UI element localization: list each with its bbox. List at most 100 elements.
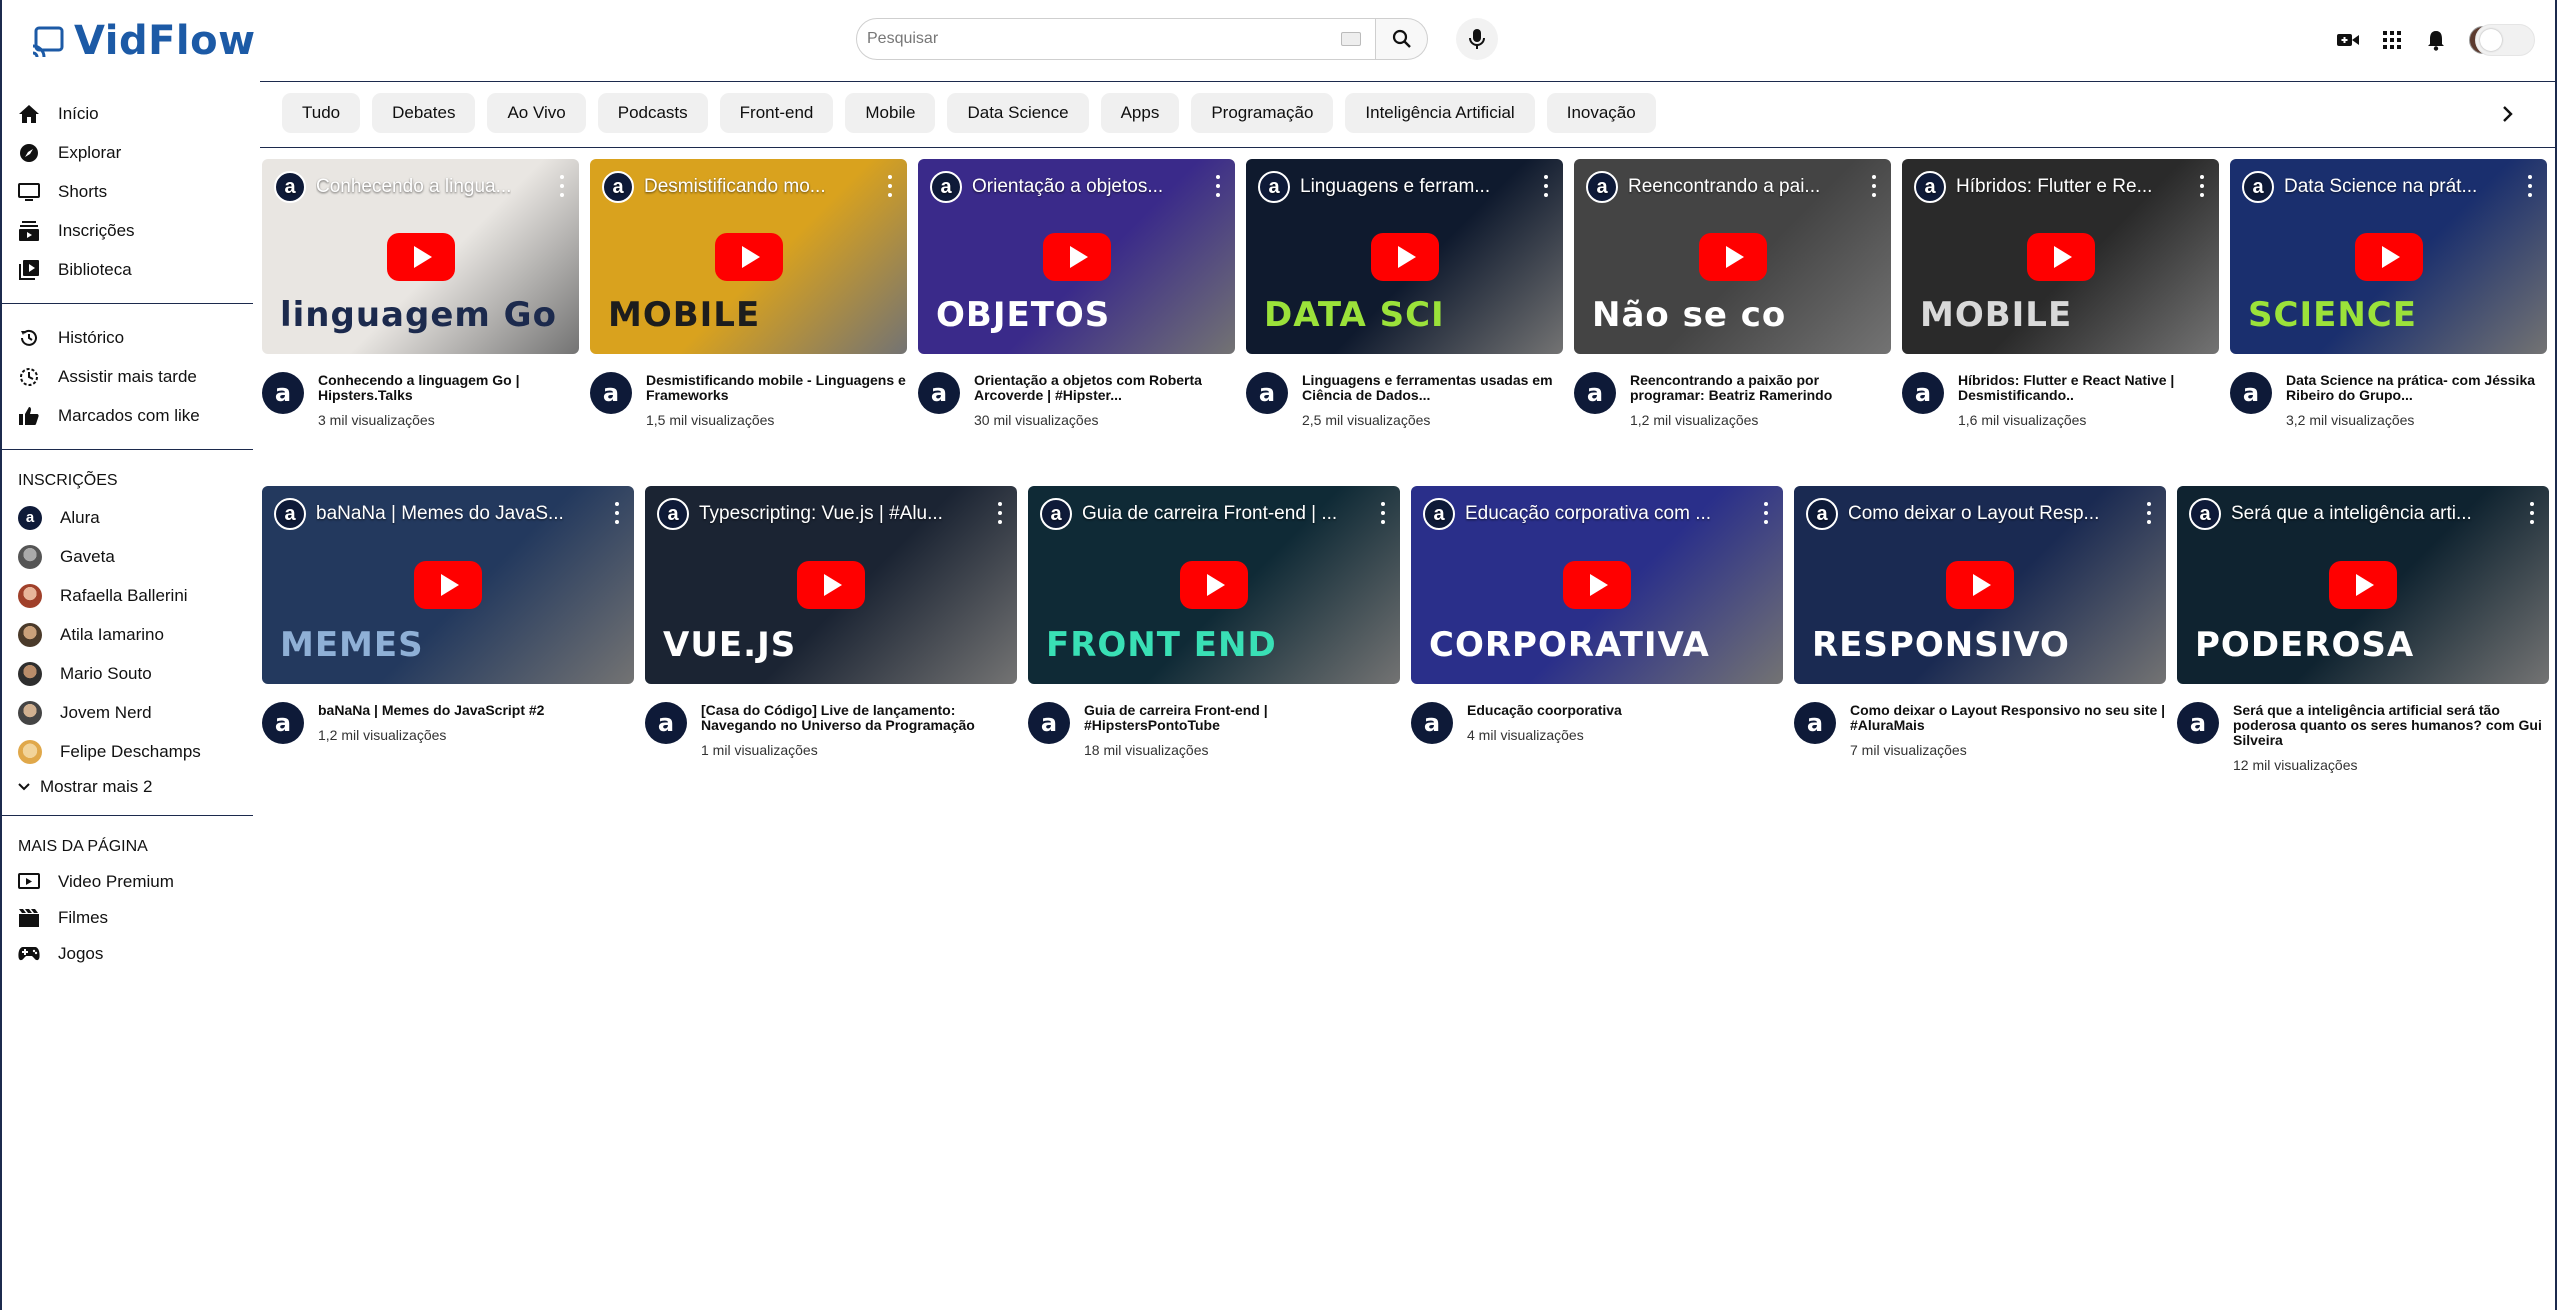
more-options-icon[interactable] — [1871, 175, 1877, 197]
sidebar-subscription-rafaella-ballerini[interactable]: Rafaella Ballerini — [0, 576, 255, 615]
video-title[interactable]: Reencontrando a paixão por programar: Be… — [1630, 373, 1891, 403]
video-title[interactable]: Guia de carreira Front-end | #HipstersPo… — [1084, 703, 1400, 733]
play-button-icon[interactable] — [2329, 561, 2397, 609]
play-button-icon[interactable] — [714, 232, 783, 281]
channel-avatar[interactable]: a — [1574, 372, 1616, 414]
video-thumbnail[interactable]: OBJETOS a Orientação a objetos... — [918, 159, 1235, 354]
sidebar-item-inscricoes[interactable]: Inscrições — [0, 211, 255, 250]
video-title[interactable]: [Casa do Código] Live de lançamento: Nav… — [701, 703, 1017, 733]
video-thumbnail[interactable]: PODEROSA a Será que a inteligência arti... — [2177, 486, 2549, 684]
chip-tudo[interactable]: Tudo — [282, 93, 361, 133]
sidebar-item-shorts[interactable]: Shorts — [0, 172, 255, 211]
sidebar-item-explorar[interactable]: Explorar — [0, 133, 255, 172]
create-video-icon[interactable] — [2337, 29, 2359, 51]
notifications-bell-icon[interactable] — [2425, 29, 2447, 51]
sidebar-subscription-jovem-nerd[interactable]: Jovem Nerd — [0, 693, 255, 732]
video-card[interactable]: PODEROSA a Será que a inteligência arti...… — [2177, 486, 2549, 773]
more-options-icon[interactable] — [614, 502, 620, 524]
video-card[interactable]: CORPORATIVA a Educação corporativa com ...… — [1411, 486, 1783, 773]
chip-ao-vivo[interactable]: Ao Vivo — [487, 93, 586, 133]
video-thumbnail[interactable]: RESPONSIVO a Como deixar o Layout Resp... — [1794, 486, 2166, 684]
channel-avatar[interactable]: a — [262, 702, 304, 744]
chip-podcasts[interactable]: Podcasts — [597, 93, 708, 133]
play-button-icon[interactable] — [797, 561, 865, 609]
play-button-icon[interactable] — [1698, 232, 1767, 281]
video-card[interactable]: SCIENCE a Data Science na prát... a Data Sci… — [2230, 159, 2547, 428]
video-card[interactable]: Não se co a Reencontrando a pai... a Reencon… — [1574, 159, 1891, 428]
sidebar-subscription-atila-iamarino[interactable]: Atila Iamarino — [0, 615, 255, 654]
video-thumbnail[interactable]: MOBILE a Desmistificando mo... — [590, 159, 907, 354]
more-options-icon[interactable] — [2529, 502, 2535, 524]
video-thumbnail[interactable]: FRONT END a Guia de carreira Front-end | .… — [1028, 486, 1400, 684]
search-button[interactable] — [1376, 18, 1428, 60]
video-thumbnail[interactable]: SCIENCE a Data Science na prát... — [2230, 159, 2547, 354]
play-button-icon[interactable] — [386, 232, 455, 281]
sidebar-item-filmes[interactable]: Filmes — [0, 900, 255, 936]
channel-avatar[interactable]: a — [590, 372, 632, 414]
video-title[interactable]: Orientação a objetos com Roberta Arcover… — [974, 373, 1235, 403]
channel-avatar[interactable]: a — [1902, 372, 1944, 414]
video-card[interactable]: MOBILE a Desmistificando mo... a Desmistific… — [590, 159, 907, 428]
play-button-icon[interactable] — [2354, 232, 2423, 281]
channel-avatar[interactable]: a — [1794, 702, 1836, 744]
more-options-icon[interactable] — [1543, 175, 1549, 197]
video-title[interactable]: Será que a inteligência artificial será … — [2233, 703, 2549, 748]
video-card[interactable]: VUE.JS a Typescripting: Vue.js | #Alu... a [… — [645, 486, 1017, 773]
more-options-icon[interactable] — [997, 502, 1003, 524]
chip-apps[interactable]: Apps — [1100, 93, 1180, 133]
play-button-icon[interactable] — [414, 561, 482, 609]
video-card[interactable]: MOBILE a Híbridos: Flutter e Re... a Híbrido… — [1902, 159, 2219, 428]
video-card[interactable]: MEMES a baNaNa | Memes do JavaS... a baNaNa … — [262, 486, 634, 773]
play-button-icon[interactable] — [1946, 561, 2014, 609]
play-button-icon[interactable] — [1370, 232, 1439, 281]
video-thumbnail[interactable]: MOBILE a Híbridos: Flutter e Re... — [1902, 159, 2219, 354]
channel-avatar[interactable]: a — [918, 372, 960, 414]
sidebar-item-jogos[interactable]: Jogos — [0, 936, 255, 972]
video-title[interactable]: Linguagens e ferramentas usadas em Ciênc… — [1302, 373, 1563, 403]
video-title[interactable]: Como deixar o Layout Responsivo no seu s… — [1850, 703, 2166, 733]
more-options-icon[interactable] — [2146, 502, 2152, 524]
play-button-icon[interactable] — [1180, 561, 1248, 609]
sidebar-subscription-felipe-deschamps[interactable]: Felipe Deschamps — [0, 732, 255, 771]
chip-programacao[interactable]: Programação — [1191, 93, 1334, 133]
chip-inteligencia-artificial[interactable]: Inteligência Artificial — [1345, 93, 1535, 133]
video-thumbnail[interactable]: linguagem Go a Conhecendo a lingua... — [262, 159, 579, 354]
video-thumbnail[interactable]: CORPORATIVA a Educação corporativa com ... — [1411, 486, 1783, 684]
chip-mobile[interactable]: Mobile — [845, 93, 936, 133]
sidebar-subscription-alura[interactable]: a Alura — [0, 498, 255, 537]
more-options-icon[interactable] — [1215, 175, 1221, 197]
video-title[interactable]: Educação coorporativa — [1467, 703, 1783, 718]
channel-avatar[interactable]: a — [645, 702, 687, 744]
chips-next-button[interactable] — [2494, 100, 2522, 128]
more-options-icon[interactable] — [2199, 175, 2205, 197]
sidebar-item-historico[interactable]: Histórico — [0, 318, 255, 357]
play-button-icon[interactable] — [1042, 232, 1111, 281]
channel-avatar[interactable]: a — [2230, 372, 2272, 414]
voice-search-button[interactable] — [1456, 18, 1498, 60]
play-button-icon[interactable] — [1563, 561, 1631, 609]
video-title[interactable]: Desmistificando mobile - Linguagens e Fr… — [646, 373, 907, 403]
sidebar-item-inicio[interactable]: Início — [0, 94, 255, 133]
sidebar-subscription-mario-souto[interactable]: Mario Souto — [0, 654, 255, 693]
sidebar-subscription-gaveta[interactable]: Gaveta — [0, 537, 255, 576]
video-thumbnail[interactable]: VUE.JS a Typescripting: Vue.js | #Alu... — [645, 486, 1017, 684]
show-more-subscriptions[interactable]: Mostrar mais 2 — [0, 771, 255, 803]
video-thumbnail[interactable]: Não se co a Reencontrando a pai... — [1574, 159, 1891, 354]
video-title[interactable]: Conhecendo a linguagem Go | Hipsters.Tal… — [318, 373, 579, 403]
more-options-icon[interactable] — [2527, 175, 2533, 197]
sidebar-item-video-premium[interactable]: Video Premium — [0, 864, 255, 900]
more-options-icon[interactable] — [1380, 502, 1386, 524]
video-card[interactable]: DATA SCI a Linguagens e ferram... a Linguage… — [1246, 159, 1563, 428]
video-thumbnail[interactable]: MEMES a baNaNa | Memes do JavaS... — [262, 486, 634, 684]
play-button-icon[interactable] — [2026, 232, 2095, 281]
video-card[interactable]: RESPONSIVO a Como deixar o Layout Resp... a… — [1794, 486, 2166, 773]
video-title[interactable]: Data Science na prática- com Jéssika Rib… — [2286, 373, 2547, 403]
more-options-icon[interactable] — [559, 175, 565, 197]
search-input[interactable] — [867, 30, 1327, 48]
apps-grid-icon[interactable] — [2381, 29, 2403, 51]
chip-front-end[interactable]: Front-end — [719, 93, 834, 133]
sidebar-item-biblioteca[interactable]: Biblioteca — [0, 250, 255, 289]
chip-debates[interactable]: Debates — [372, 93, 476, 133]
channel-avatar[interactable]: a — [1246, 372, 1288, 414]
keyboard-icon[interactable] — [1341, 32, 1361, 46]
